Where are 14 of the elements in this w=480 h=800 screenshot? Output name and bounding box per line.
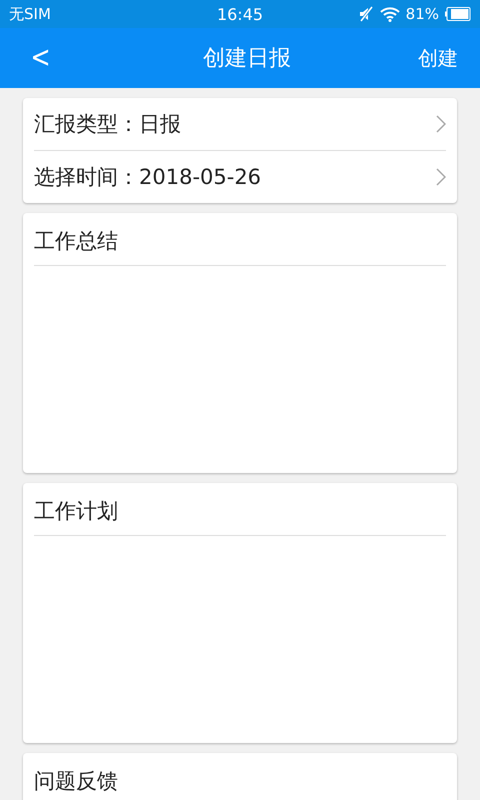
- page-title: 创建日报: [203, 46, 291, 71]
- section-title: 问题反馈: [34, 753, 446, 800]
- picker-row[interactable]: 选择时间：2018-05-26: [34, 151, 446, 203]
- clock-time: 16:45: [216, 4, 264, 24]
- chevron-right-icon: [436, 115, 446, 133]
- chevron-right-icon: [436, 168, 446, 186]
- section-title: 工作计划: [34, 483, 446, 536]
- mute-icon: [358, 6, 374, 22]
- carrier-label: 无SIM: [9, 4, 51, 22]
- wifi-icon: [380, 6, 400, 22]
- battery-icon: [445, 7, 471, 21]
- picker-row[interactable]: 汇报类型：日报: [34, 98, 446, 151]
- section-title: 工作总结: [34, 213, 446, 266]
- battery-percent: 81%: [406, 5, 439, 23]
